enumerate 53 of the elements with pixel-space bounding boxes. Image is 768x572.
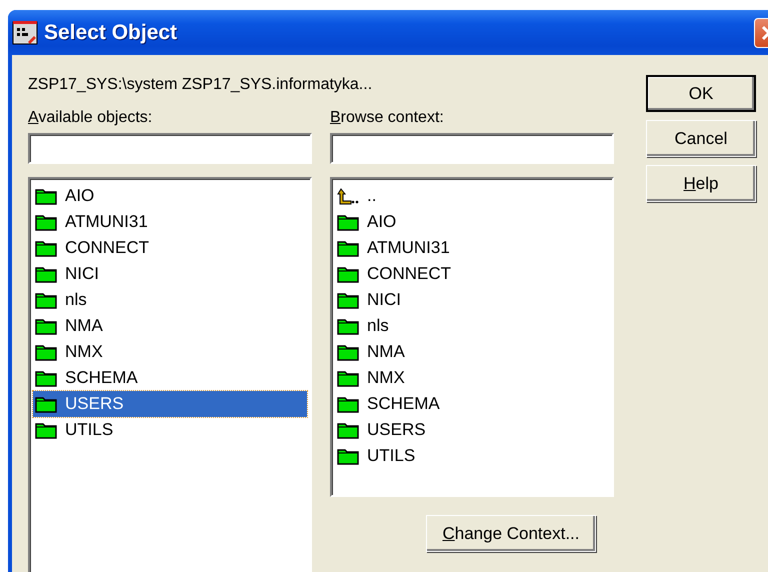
list-item[interactable]: NMA bbox=[335, 339, 609, 365]
folder-icon bbox=[35, 317, 57, 335]
list-item[interactable]: USERS bbox=[335, 417, 609, 443]
window-title: Select Object bbox=[44, 20, 178, 44]
list-item[interactable]: AIO bbox=[33, 183, 307, 209]
folder-icon bbox=[35, 187, 57, 205]
list-item[interactable]: .. bbox=[335, 183, 609, 209]
folder-icon bbox=[35, 213, 57, 231]
folder-icon bbox=[337, 395, 359, 413]
dialog-button[interactable]: Help bbox=[646, 165, 756, 202]
list-item[interactable]: CONNECT bbox=[33, 235, 307, 261]
folder-icon bbox=[337, 421, 359, 439]
folder-icon bbox=[35, 421, 57, 439]
dialog-button[interactable]: Cancel bbox=[646, 120, 756, 157]
list-item[interactable]: CONNECT bbox=[335, 261, 609, 287]
filter-field[interactable] bbox=[28, 133, 312, 164]
folder-icon bbox=[337, 369, 359, 387]
list-item[interactable]: UTILS bbox=[33, 417, 307, 443]
list-item[interactable]: nls bbox=[33, 287, 307, 313]
list-item[interactable]: ATMUNI31 bbox=[33, 209, 307, 235]
list-item[interactable]: nls bbox=[335, 313, 609, 339]
list-item[interactable]: NMA bbox=[33, 313, 307, 339]
folder-icon bbox=[337, 213, 359, 231]
list-item[interactable]: NICI bbox=[335, 287, 609, 313]
folder-icon bbox=[35, 369, 57, 387]
folder-icon bbox=[35, 395, 57, 413]
field-label: Browse context: bbox=[330, 109, 445, 128]
list-item[interactable]: NMX bbox=[33, 339, 307, 365]
list-item[interactable]: UTILS bbox=[335, 443, 609, 469]
list-item[interactable]: USERS bbox=[33, 391, 307, 417]
folder-icon bbox=[35, 343, 57, 361]
folder-icon bbox=[337, 291, 359, 309]
folder-icon bbox=[35, 291, 57, 309]
folder-icon bbox=[337, 343, 359, 361]
list-item[interactable]: NMX bbox=[335, 365, 609, 391]
field-label: Available objects: bbox=[28, 109, 154, 128]
list-item[interactable]: SCHEMA bbox=[335, 391, 609, 417]
folder-icon bbox=[337, 239, 359, 257]
folder-icon bbox=[337, 317, 359, 335]
change-context-button[interactable]: Change Context... bbox=[426, 515, 596, 552]
context-path: ZSP17_SYS:\system ZSP17_SYS.informatyka... bbox=[28, 75, 372, 95]
list-item[interactable]: NICI bbox=[33, 261, 307, 287]
app-icon bbox=[12, 20, 38, 46]
list-item[interactable]: AIO bbox=[335, 209, 609, 235]
list-item[interactable]: ATMUNI31 bbox=[335, 235, 609, 261]
folder-icon bbox=[35, 239, 57, 257]
list-item[interactable]: SCHEMA bbox=[33, 365, 307, 391]
folder-icon bbox=[337, 265, 359, 283]
context-field[interactable] bbox=[330, 133, 614, 164]
folder-icon bbox=[35, 265, 57, 283]
up-folder-icon bbox=[337, 187, 359, 205]
dialog-button[interactable]: OK bbox=[646, 75, 756, 112]
folder-icon bbox=[337, 447, 359, 465]
